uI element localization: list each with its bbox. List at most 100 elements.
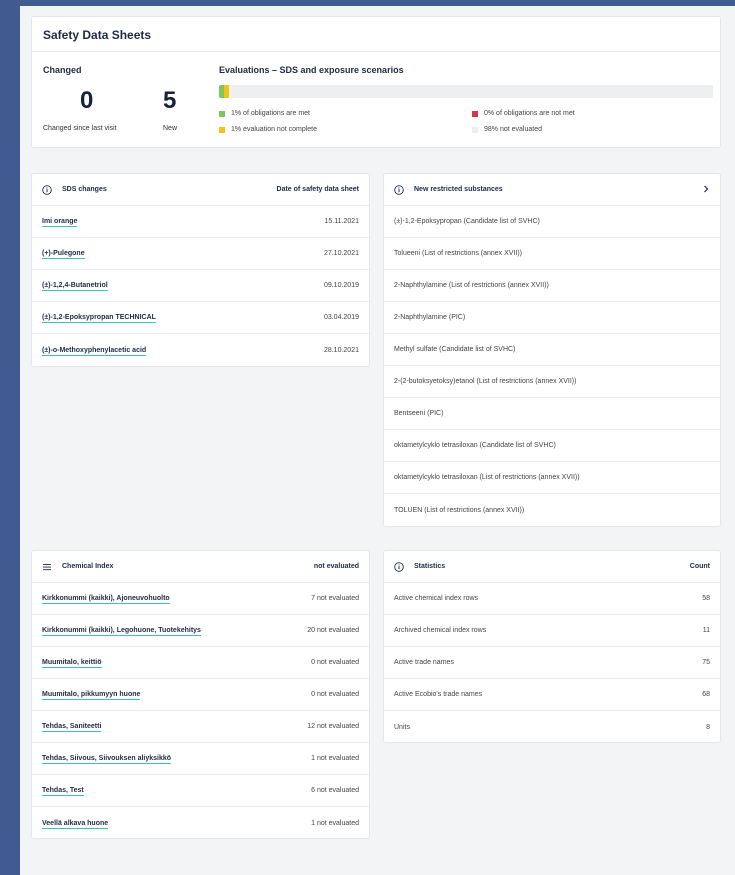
chevron-right-icon[interactable] [702,185,710,195]
statistic-count: 58 [702,595,710,602]
chemical-index-header: Chemical Index not evaluated [32,551,369,583]
statistic-label: Active trade names [394,659,454,666]
evaluation-status: 12 not evaluated [307,723,359,730]
sds-date: 27.10.2021 [323,250,359,257]
statistic-label: Active Ecobio's trade names [394,691,483,698]
chemical-index-link[interactable]: Tehdas, Test [42,787,84,796]
statistic-count: 8 [706,723,710,731]
evaluation-progress-bar [219,85,713,98]
sds-date-column-header: Date of safety data sheet [276,186,359,193]
new-count: 5 [163,87,177,114]
sds-changes-title: SDS changes [62,186,107,193]
chemical-status-column-header: not evaluated [313,563,359,570]
table-row: Units 8 [384,711,720,743]
table-row: Active Ecobio's trade names 68 [384,679,720,711]
table-row: Kirkkonummi (kaikki), Legohuone, Tuoteke… [32,615,369,647]
table-cell: Muumitalo, pikkumyyn huone [42,691,311,700]
restricted-substances-header[interactable]: New restricted substances [384,174,720,206]
chemical-index-link[interactable]: Tehdas, Siivous, Siivouksen aliyksikkö [42,755,172,764]
table-row: Archived chemical index rows 11 [384,615,720,647]
sds-name-link[interactable]: (±)-1,2-Epoksypropan TECHNICAL [42,314,156,323]
statistic-count: 75 [702,659,710,666]
table-cell: Kirkkonummi (kaikki), Ajoneuvohuolto [42,595,311,604]
list-item: 2-Naphthylamine (List of restrictions (a… [384,270,720,302]
sds-name-link[interactable]: Imi orange [42,218,78,227]
chemical-index-link[interactable]: Muumitalo, pikkumyyn huone [42,691,141,700]
statistic-label: Units [394,723,410,731]
statistics-header: Statistics Count [384,551,720,583]
info-icon[interactable] [394,184,404,195]
sds-name-link[interactable]: (±)-o-Methoxyphenylacetic acid [42,346,147,356]
chemical-index-card: Chemical Index not evaluated Kirkkonummi… [31,550,370,839]
chemical-index-title: Chemical Index [62,563,114,570]
list-item: 2-(2-butoksyetoksy)etanol (List of restr… [384,366,720,398]
restricted-substance-text: oktametylcyklo tetrasiloxan (Candidate l… [394,442,556,449]
restricted-substance-text: Methyl sulfate (Candidate list of SVHC) [394,346,516,353]
restricted-substances-title: New restricted substances [414,186,503,193]
app-frame-top [0,0,735,6]
chemical-index-link[interactable]: Veellä alkava huone [42,819,109,829]
restricted-substance-text: 2-Naphthylamine (List of restrictions (a… [394,282,549,289]
changed-since-count: 0 [80,87,94,114]
list-item: 2-Naphthylamine (PIC) [384,302,720,334]
sds-changes-header: SDS changes Date of safety data sheet [32,174,369,206]
sds-name-link[interactable]: (±)-1,2,4-Butanetriol [42,282,108,291]
list-icon [42,562,52,572]
page-title: Safety Data Sheets [43,28,152,42]
statistic-count: 11 [702,627,710,634]
restricted-substance-text: Bentseeni (PIC) [394,410,444,417]
sds-summary-card: Safety Data Sheets Changed 0 Changed sin… [31,16,721,148]
statistics-card: Statistics Count Active chemical index r… [383,550,721,743]
table-row: Imi orange 15.11.2021 [32,206,369,238]
table-row: Tehdas, Siivous, Siivouksen aliyksikkö 1 … [32,743,369,775]
evaluation-status: 6 not evaluated [311,787,359,794]
statistic-label: Archived chemical index rows [394,627,487,634]
sds-date: 28.10.2021 [323,346,359,354]
legend-not-evaluated: 98% not evaluated [472,126,542,133]
restricted-substance-text: 2-(2-butoksyetoksy)etanol (List of restr… [394,378,577,385]
table-cell: (+)-Pulegone [42,250,324,259]
info-icon[interactable] [394,561,404,572]
table-cell: (±)-1,2-Epoksypropan TECHNICAL [42,314,324,323]
list-item: (±)-1,2-Epoksypropan (Candidate list of … [384,206,720,238]
list-item: TOLUEN (List of restrictions (annex XVII… [384,494,720,526]
evaluation-status: 7 not evaluated [311,595,359,602]
table-row: Kirkkonummi (kaikki), Ajoneuvohuolto 7 no… [32,583,369,615]
table-row: Active trade names 75 [384,647,720,679]
table-row: Muumitalo, keittiö 0 not evaluated [32,647,369,679]
legend-not-met: 0% of obligations are not met [472,110,575,117]
evaluation-status: 1 not evaluated [311,755,359,762]
progress-segment-incomplete [223,85,229,98]
restricted-substance-text: Tolueeni (List of restrictions (annex XV… [394,250,522,257]
new-label: New [163,125,178,132]
table-row: (±)-o-Methoxyphenylacetic acid 28.10.2021 [32,334,369,366]
chemical-index-link[interactable]: Kirkkonummi (kaikki), Ajoneuvohuolto [42,595,170,604]
count-column-header: Count [689,563,710,570]
statistic-label: Active chemical index rows [394,595,479,602]
list-item: Methyl sulfate (Candidate list of SVHC) [384,334,720,366]
evaluation-status: 0 not evaluated [311,691,359,698]
table-row: (±)-1,2,4-Butanetriol 09.10.2019 [32,270,369,302]
legend-not-evaluated-label: 98% not evaluated [484,126,542,133]
legend-met-label: 1% of obligations are met [231,110,310,117]
restricted-substances-card: New restricted substances (±)-1,2-Epoksy… [383,173,721,527]
chemical-index-link[interactable]: Tehdas, Saniteetti [42,723,102,732]
evaluation-status: 20 not evaluated [307,627,359,634]
sds-changes-card: SDS changes Date of safety data sheet Im… [31,173,370,367]
sds-name-link[interactable]: (+)-Pulegone [42,250,85,259]
chemical-index-link[interactable]: Muumitalo, keittiö [42,659,102,668]
restricted-substance-text: (±)-1,2-Epoksypropan (Candidate list of … [394,218,540,225]
table-row: Muumitalo, pikkumyyn huone 0 not evaluate… [32,679,369,711]
app-frame-left [0,0,20,875]
sds-date: 15.11.2021 [324,218,359,225]
legend-met: 1% of obligations are met [219,110,310,117]
info-icon[interactable] [42,184,52,195]
chemical-index-link[interactable]: Kirkkonummi (kaikki), Legohuone, Tuoteke… [42,627,201,636]
restricted-substance-text: TOLUEN (List of restrictions (annex XVII… [394,506,525,514]
sds-date: 03.04.2019 [323,314,359,321]
evaluation-status: 1 not evaluated [311,819,359,827]
evaluation-status: 0 not evaluated [311,659,359,666]
header-divider [32,51,720,52]
legend-not-met-label: 0% of obligations are not met [484,110,575,117]
table-cell: Tehdas, Test [42,787,311,796]
